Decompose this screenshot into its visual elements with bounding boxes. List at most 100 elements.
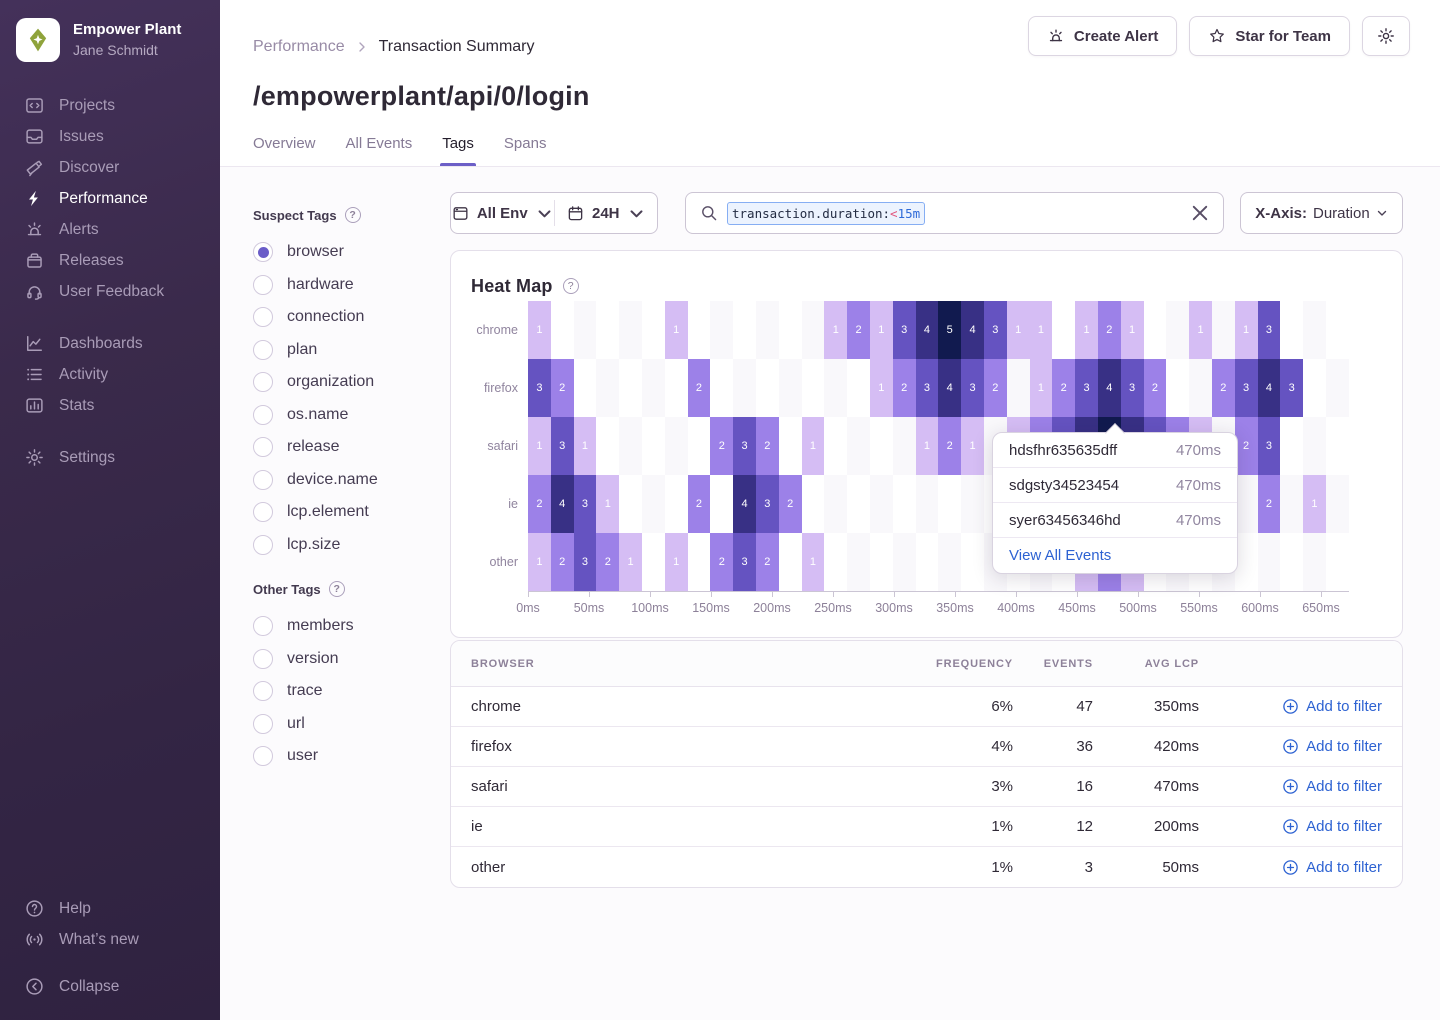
heatmap-cell[interactable]: 1 [528,533,551,591]
heatmap-cell[interactable]: 1 [961,417,984,475]
tab-overview[interactable]: Overview [253,135,316,166]
heatmap-cell[interactable]: 3 [1235,359,1258,417]
star-for-team-button[interactable]: Star for Team [1189,16,1350,56]
tag-option-os-name[interactable]: os.name [253,399,450,432]
heatmap-cell[interactable]: 1 [665,301,688,359]
tooltip-event-row[interactable]: syer63456346hd470ms [993,503,1237,538]
add-to-filter-link[interactable]: Add to filter [1199,778,1382,795]
heatmap-cell[interactable]: 2 [688,359,711,417]
sidebar-item-releases[interactable]: Releases [0,245,220,276]
heatmap-cell[interactable]: 1 [1235,301,1258,359]
tag-option-organization[interactable]: organization [253,366,450,399]
heatmap-cell[interactable]: 2 [710,533,733,591]
heatmap-cell[interactable]: 1 [528,301,551,359]
tab-tags[interactable]: Tags [442,135,474,166]
heatmap-cell[interactable]: 1 [1189,301,1212,359]
radio-button[interactable] [253,746,273,766]
heatmap-cell[interactable]: 2 [688,475,711,533]
sidebar-item-alerts[interactable]: Alerts [0,214,220,245]
heatmap-cell[interactable]: 2 [1235,417,1258,475]
heatmap-cell[interactable]: 3 [1075,359,1098,417]
x-axis-dropdown[interactable]: X-Axis: Duration [1240,192,1403,234]
heatmap-cell[interactable]: 2 [938,417,961,475]
heatmap-cell[interactable]: 2 [551,533,574,591]
tag-option-release[interactable]: release [253,431,450,464]
heatmap-cell[interactable]: 4 [1098,359,1121,417]
heatmap-cell[interactable]: 4 [1258,359,1281,417]
radio-button[interactable] [253,502,273,522]
sidebar-item-collapse[interactable]: Collapse [0,971,220,1002]
tooltip-event-row[interactable]: sdgsty34523454470ms [993,468,1237,503]
heatmap-cell[interactable]: 1 [802,417,825,475]
heatmap-cell[interactable]: 1 [824,301,847,359]
heatmap-cell[interactable]: 1 [802,533,825,591]
search-filter-token[interactable]: transaction.duration:<15m [727,202,925,225]
heatmap-cell[interactable]: 3 [756,475,779,533]
radio-button[interactable] [253,275,273,295]
org-switcher[interactable]: Empower Plant Jane Schmidt [0,0,220,62]
radio-button[interactable] [253,649,273,669]
heatmap-cell[interactable]: 3 [1258,301,1281,359]
radio-button[interactable] [253,437,273,457]
heatmap-cell[interactable]: 1 [870,359,893,417]
tag-option-lcp-element[interactable]: lcp.element [253,496,450,529]
tag-option-browser[interactable]: browser [253,236,450,269]
radio-button[interactable] [253,242,273,262]
sidebar-item-activity[interactable]: Activity [0,359,220,390]
heatmap-cell[interactable]: 3 [1280,359,1303,417]
heatmap-cell[interactable]: 1 [1121,301,1144,359]
radio-button[interactable] [253,405,273,425]
heatmap-cell[interactable]: 3 [916,359,939,417]
sidebar-item-what-s-new[interactable]: What’s new [0,924,220,955]
radio-button[interactable] [253,714,273,734]
heatmap-cell[interactable]: 4 [938,359,961,417]
heatmap-cell[interactable]: 4 [551,475,574,533]
heatmap-cell[interactable]: 1 [596,475,619,533]
radio-button[interactable] [253,535,273,555]
radio-button[interactable] [253,470,273,490]
heatmap-cell[interactable]: 2 [1052,359,1075,417]
heatmap-cell[interactable]: 1 [916,417,939,475]
heatmap-cell[interactable]: 3 [574,533,597,591]
heatmap-cell[interactable]: 1 [574,417,597,475]
add-to-filter-link[interactable]: Add to filter [1199,818,1382,835]
view-all-events-link[interactable]: View All Events [993,538,1237,573]
search-input[interactable]: transaction.duration:<15m [685,192,1224,234]
add-to-filter-link[interactable]: Add to filter [1199,859,1382,876]
tab-all-events[interactable]: All Events [346,135,413,166]
add-to-filter-link[interactable]: Add to filter [1199,698,1382,715]
tooltip-event-row[interactable]: hdsfhr635635dff470ms [993,433,1237,468]
heatmap-cell[interactable]: 2 [756,533,779,591]
heatmap-cell[interactable]: 1 [1303,475,1326,533]
clear-search-icon[interactable] [1191,204,1209,222]
heatmap-cell[interactable]: 1 [870,301,893,359]
heatmap-cell[interactable]: 1 [665,533,688,591]
tag-option-lcp-size[interactable]: lcp.size [253,529,450,562]
heatmap-cell[interactable]: 4 [916,301,939,359]
help-circle-icon[interactable] [329,581,345,597]
tag-option-connection[interactable]: connection [253,301,450,334]
help-circle-icon[interactable] [345,207,361,223]
heatmap-cell[interactable]: 3 [1258,417,1281,475]
heatmap-cell[interactable]: 1 [1007,301,1030,359]
radio-button[interactable] [253,340,273,360]
heatmap-cell[interactable]: 2 [779,475,802,533]
heatmap-cell[interactable]: 1 [528,417,551,475]
heatmap-cell[interactable]: 2 [596,533,619,591]
heatmap-cell[interactable]: 3 [574,475,597,533]
date-range-dropdown[interactable]: 24H [555,205,658,222]
heatmap-cell[interactable]: 2 [710,417,733,475]
heatmap-cell[interactable]: 2 [1098,301,1121,359]
sidebar-item-issues[interactable]: Issues [0,121,220,152]
heatmap-cell[interactable]: 2 [1144,359,1167,417]
breadcrumb-performance[interactable]: Performance [253,38,345,56]
heatmap-cell[interactable]: 2 [984,359,1007,417]
sidebar-item-performance[interactable]: Performance [0,183,220,214]
sidebar-item-stats[interactable]: Stats [0,390,220,421]
tag-option-version[interactable]: version [253,643,450,676]
heatmap-cell[interactable]: 2 [1212,359,1235,417]
radio-button[interactable] [253,681,273,701]
sidebar-item-discover[interactable]: Discover [0,152,220,183]
tab-spans[interactable]: Spans [504,135,547,166]
sidebar-item-settings[interactable]: Settings [0,442,220,473]
